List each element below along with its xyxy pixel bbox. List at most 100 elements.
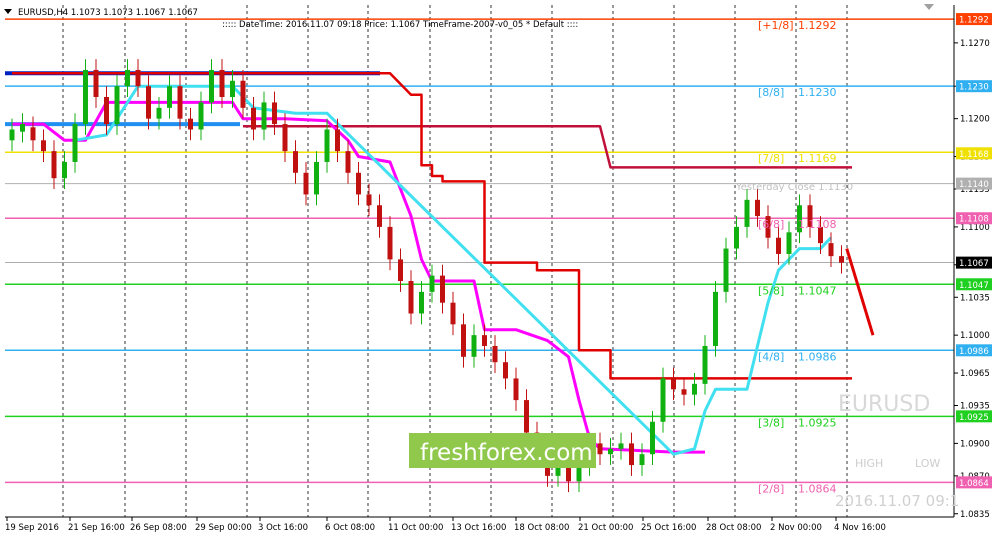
candle-body xyxy=(713,291,718,346)
high-label: HIGH xyxy=(855,457,883,470)
murrey-level-value: 1.1047 xyxy=(798,284,837,297)
murrey-level-value: 1.1292 xyxy=(798,19,837,32)
candle-body xyxy=(51,151,57,179)
price-marker-label: 1.0986 xyxy=(959,347,989,357)
murrey-level-name: [+1/8] xyxy=(758,19,794,32)
price-tick-label: 1.0935 xyxy=(960,402,990,412)
time-tick-label: 26 Sep 08:00 xyxy=(130,523,187,533)
candle-body xyxy=(167,86,172,108)
candle-body xyxy=(177,86,183,119)
murrey-level-name: [4/8] xyxy=(758,350,784,363)
price-marker-label: 1.1168 xyxy=(959,150,989,160)
murrey-level-value: 1.1108 xyxy=(798,218,837,231)
candle-body xyxy=(461,324,466,357)
candle-body xyxy=(503,362,508,379)
yesterday-close-label: Yesterday Close 1.1130 xyxy=(735,182,853,193)
candle-body xyxy=(314,161,319,195)
time-tick-label: 11 Oct 00:00 xyxy=(388,523,443,533)
murrey-level-name: [8/8] xyxy=(758,86,784,99)
time-tick-label: 3 Oct 16:00 xyxy=(258,523,308,533)
time-tick-label: 29 Sep 00:00 xyxy=(195,523,252,533)
candle-body xyxy=(650,421,655,455)
candle-body xyxy=(597,443,603,455)
price-marker-label: 1.1108 xyxy=(959,215,989,225)
candle-body xyxy=(282,124,288,152)
candle-body xyxy=(492,345,498,363)
price-tick-label: 1.0965 xyxy=(960,369,990,379)
price-marker-label: 1.0925 xyxy=(959,413,989,423)
candle-body xyxy=(219,69,225,98)
candle-body xyxy=(240,80,246,108)
time-tick-label: 28 Oct 08:00 xyxy=(706,523,761,533)
candle-body xyxy=(828,243,834,257)
candle-body xyxy=(356,172,361,195)
time-tick-label: 25 Oct 16:00 xyxy=(641,523,696,533)
price-tick-label: 1.1035 xyxy=(960,293,990,303)
candle-body xyxy=(755,199,760,217)
candle-body xyxy=(524,400,529,433)
candle-body xyxy=(146,86,151,119)
candle-body xyxy=(30,127,36,141)
candle-body xyxy=(702,345,708,384)
candle-body xyxy=(419,291,424,314)
candle-body xyxy=(681,389,687,395)
murrey-level-name: [3/8] xyxy=(758,416,784,429)
candle-body xyxy=(20,124,25,132)
candle-body xyxy=(293,151,298,173)
candle-body xyxy=(629,443,634,466)
murrey-level-value: 1.0864 xyxy=(798,482,837,495)
candle-body xyxy=(209,69,214,103)
time-tick-label: 21 Sep 16:00 xyxy=(68,523,125,533)
price-tick-label: 1.1000 xyxy=(960,331,990,341)
candle-body xyxy=(618,443,624,449)
candle-body xyxy=(41,140,46,152)
time-tick-label: 2 Nov 00:00 xyxy=(770,523,822,533)
price-marker-label: 1.1140 xyxy=(959,180,989,190)
candle-body xyxy=(62,161,67,179)
murrey-level-name: [2/8] xyxy=(758,482,784,495)
candle-body xyxy=(198,102,204,130)
price-marker-label: 1.1067 xyxy=(959,259,989,269)
candle-body xyxy=(639,454,645,466)
candle-body xyxy=(366,194,372,206)
candle-body xyxy=(450,302,456,325)
candle-body xyxy=(72,124,78,162)
candle-body xyxy=(744,199,750,227)
time-tick-label: 21 Oct 00:00 xyxy=(578,523,633,533)
watermark-symbol: EURUSD xyxy=(838,392,930,417)
candle-body xyxy=(114,86,120,125)
candle-body xyxy=(839,256,844,263)
candle-body xyxy=(671,378,676,390)
candle-body xyxy=(387,226,393,260)
price-tick-label: 1.1200 xyxy=(960,115,990,125)
candle-body xyxy=(734,226,739,249)
time-tick-label: 13 Oct 16:00 xyxy=(451,523,506,533)
candle-body xyxy=(335,129,340,152)
candle-body xyxy=(272,102,277,125)
candle-body xyxy=(104,97,109,125)
candle-body xyxy=(429,275,435,292)
candle-body xyxy=(135,69,141,87)
candle-body xyxy=(9,129,15,141)
candle-body xyxy=(377,205,382,227)
candle-body xyxy=(125,69,130,87)
price-marker-label: 1.1047 xyxy=(959,281,989,291)
chart-canvas[interactable]: [+1/8] 1.1292 [8/8] 1.1230 [7/8] 1.1169 [6/8] 1… xyxy=(0,0,993,541)
price-marker-label: 1.1292 xyxy=(959,16,989,26)
price-tick-label: 1.1270 xyxy=(960,39,990,49)
candle-body xyxy=(482,335,487,346)
price-tick-label: 1.0900 xyxy=(960,439,990,449)
candle-body xyxy=(345,151,351,173)
info-header: ::::: DateTime: 2016.11.07 09:18 Price: … xyxy=(222,20,578,30)
candle-body xyxy=(251,107,256,130)
candle-body xyxy=(83,69,88,125)
candle-body xyxy=(303,172,309,195)
low-label: LOW xyxy=(915,457,940,470)
candle-body xyxy=(440,275,445,303)
candle-body xyxy=(660,378,666,422)
murrey-level-name: [5/8] xyxy=(758,284,784,297)
time-tick-label: 4 Nov 16:00 xyxy=(834,523,886,533)
time-tick-label: 18 Oct 08:00 xyxy=(514,523,569,533)
candle-body xyxy=(261,102,267,130)
price-chart[interactable]: [+1/8] 1.1292 [8/8] 1.1230 [7/8] 1.1169 [6/8] 1… xyxy=(0,0,993,541)
